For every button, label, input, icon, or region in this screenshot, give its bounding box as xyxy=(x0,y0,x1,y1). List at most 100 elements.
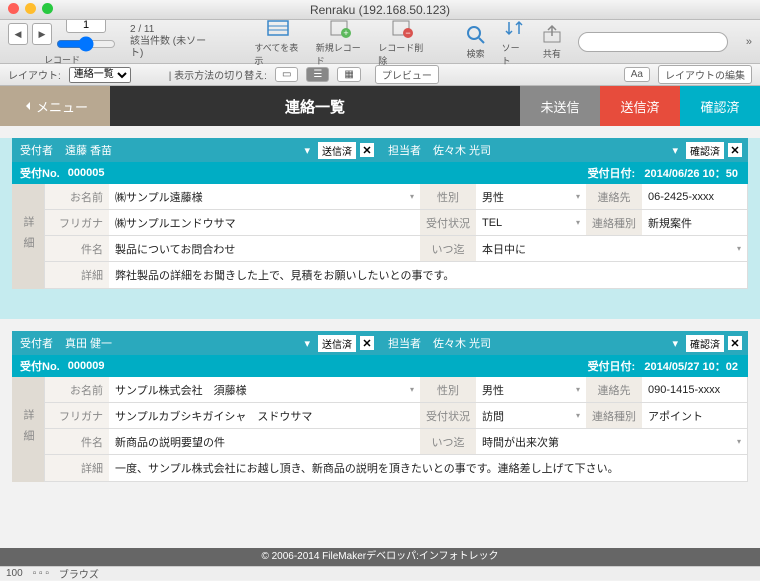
toolbar-chevron-icon[interactable]: » xyxy=(746,36,752,48)
field-label: 性別 xyxy=(420,377,476,402)
showall-button[interactable]: すべてを表示 xyxy=(254,17,301,67)
field-label: 性別 xyxy=(420,184,476,209)
subject-field[interactable]: 製品についてお問合わせ xyxy=(109,236,420,261)
svg-text:+: + xyxy=(343,28,348,38)
view-list-button[interactable]: ☰ xyxy=(306,67,329,82)
zoom-window-button[interactable] xyxy=(42,3,53,14)
deadline-field[interactable]: 時間が出来次第▾ xyxy=(476,429,747,454)
minimize-window-button[interactable] xyxy=(25,3,36,14)
no-label: 受付No. xyxy=(12,358,68,374)
share-button[interactable]: 共有 xyxy=(540,23,564,60)
deadline-field[interactable]: 本日中に▾ xyxy=(476,236,747,261)
no-value: 000005 xyxy=(68,167,588,179)
field-label: 連絡先 xyxy=(586,184,642,209)
zoom-controls[interactable]: ▫ ▫ ▫ xyxy=(33,568,49,579)
field-label: 連絡種別 xyxy=(586,210,642,235)
preview-button[interactable]: プレビュー xyxy=(375,65,439,84)
date-label: 受付日付: xyxy=(588,168,636,180)
date-value: 2014/06/26 10：50 xyxy=(644,168,738,180)
close-icon[interactable]: ✕ xyxy=(360,143,374,157)
svg-text:−: − xyxy=(406,28,411,38)
gender-field[interactable]: 男性▾ xyxy=(476,184,586,209)
field-label: いつ迄 xyxy=(420,236,476,261)
field-label: 連絡先 xyxy=(586,377,642,402)
dropdown-icon[interactable]: ▾ xyxy=(664,144,686,157)
receiver-label: 受付者 xyxy=(12,142,61,158)
close-icon[interactable]: ✕ xyxy=(360,336,374,350)
tantou-value[interactable]: 佐々木 光司 xyxy=(429,335,664,351)
record-card: 受付者 真田 健一 ▾ 送信済 ✕ 担当者 佐々木 光司 ▾ 確認済 ✕ 受付N… xyxy=(12,331,748,482)
sort-button[interactable]: ソート xyxy=(502,17,526,67)
dropdown-icon[interactable]: ▾ xyxy=(296,337,318,350)
main-toolbar: ◀ ▶ レコード 2 / 11 該当件数 (未ソート) すべてを表示 + 新規レ… xyxy=(0,20,760,64)
close-icon[interactable]: ✕ xyxy=(728,336,742,350)
tantou-value[interactable]: 佐々木 光司 xyxy=(429,142,664,158)
close-icon[interactable]: ✕ xyxy=(728,143,742,157)
field-label: 受付状況 xyxy=(420,403,476,428)
date-label: 受付日付: xyxy=(588,361,636,373)
detail-side-label: 詳細 xyxy=(12,377,44,482)
type-field[interactable]: 新規案件 xyxy=(642,210,747,235)
field-label: 詳細 xyxy=(45,262,109,288)
new-record-button[interactable]: + 新規レコード xyxy=(316,17,364,67)
name-field[interactable]: サンプル株式会社 須藤様▾ xyxy=(109,377,420,402)
tantou-label: 担当者 xyxy=(380,142,429,158)
furigana-field[interactable]: ㈱サンプルエンドウサマ xyxy=(109,210,420,235)
right-status-chip: 確認済 xyxy=(686,142,724,159)
quick-search-input[interactable] xyxy=(578,32,728,52)
window-title: Renraku (192.168.50.123) xyxy=(310,3,450,17)
view-form-button[interactable]: ▭ xyxy=(275,67,298,82)
receiver-label: 受付者 xyxy=(12,335,61,351)
receiver-value[interactable]: 遠藤 香苗 xyxy=(61,142,296,158)
mode-label[interactable]: ブラウズ xyxy=(59,566,99,581)
delete-record-button[interactable]: − レコード削除 xyxy=(378,17,426,67)
field-label: フリガナ xyxy=(45,403,109,428)
footer-copyright: © 2006-2014 FileMakerデベロッパ:インフォトレック xyxy=(0,548,760,566)
title-bar: Renraku (192.168.50.123) xyxy=(0,0,760,20)
tab-bar: メニュー 連絡一覧 未送信 送信済 確認済 xyxy=(0,86,760,126)
receiver-value[interactable]: 真田 健一 xyxy=(61,335,296,351)
field-label: 連絡種別 xyxy=(586,403,642,428)
tab-kakuninzumi[interactable]: 確認済 xyxy=(680,86,760,126)
furigana-field[interactable]: サンプルカブシキガイシャ スドウサマ xyxy=(109,403,420,428)
dropdown-icon[interactable]: ▾ xyxy=(296,144,318,157)
right-status-chip: 確認済 xyxy=(686,335,724,352)
layout-select[interactable]: 連絡一覧 xyxy=(69,67,131,83)
page-title: 連絡一覧 xyxy=(110,86,520,126)
record-card: 受付者 遠藤 香苗 ▾ 送信済 ✕ 担当者 佐々木 光司 ▾ 確認済 ✕ 受付N… xyxy=(12,138,748,289)
record-info: 2 / 11 該当件数 (未ソート) xyxy=(130,24,210,60)
gender-field[interactable]: 男性▾ xyxy=(476,377,586,402)
detail-side-label: 詳細 xyxy=(12,184,44,289)
tab-soushinzumi[interactable]: 送信済 xyxy=(600,86,680,126)
record-slider[interactable] xyxy=(56,37,116,51)
aa-button[interactable]: Aa xyxy=(624,67,650,82)
tab-misoushin[interactable]: 未送信 xyxy=(520,86,600,126)
next-record-button[interactable]: ▶ xyxy=(32,23,52,45)
dropdown-icon[interactable]: ▾ xyxy=(664,337,686,350)
type-field[interactable]: アポイント xyxy=(642,403,747,428)
contact-field[interactable]: 06-2425-xxxx xyxy=(642,184,747,209)
contact-field[interactable]: 090-1415-xxxx xyxy=(642,377,747,402)
layout-bar: レイアウト: 連絡一覧 | 表示方法の切り替え: ▭ ☰ ▦ プレビュー Aa … xyxy=(0,64,760,86)
no-label: 受付No. xyxy=(12,165,68,181)
subject-field[interactable]: 新商品の説明要望の件 xyxy=(109,429,420,454)
status-field[interactable]: TEL▾ xyxy=(476,210,586,235)
detail-field[interactable]: 一度、サンプル株式会社にお越し頂き、新商品の説明を頂きたいとの事です。連絡差し上… xyxy=(109,455,747,481)
layout-label: レイアウト: xyxy=(8,67,61,82)
close-window-button[interactable] xyxy=(8,3,19,14)
edit-layout-button[interactable]: レイアウトの編集 xyxy=(658,65,752,84)
field-label: お名前 xyxy=(45,184,109,209)
field-label: いつ迄 xyxy=(420,429,476,454)
status-field[interactable]: 訪問▾ xyxy=(476,403,586,428)
name-field[interactable]: ㈱サンプル遠藤様▾ xyxy=(109,184,420,209)
content-area: メニュー 連絡一覧 未送信 送信済 確認済 受付者 遠藤 香苗 ▾ 送信済 ✕ … xyxy=(0,86,760,548)
tantou-label: 担当者 xyxy=(380,335,429,351)
prev-record-button[interactable]: ◀ xyxy=(8,23,28,45)
search-button[interactable]: 検索 xyxy=(464,23,488,60)
zoom-value[interactable]: 100 xyxy=(6,568,23,579)
field-label: フリガナ xyxy=(45,210,109,235)
detail-field[interactable]: 弊社製品の詳細をお聞きした上で、見積をお願いしたいとの事です。 xyxy=(109,262,747,288)
view-table-button[interactable]: ▦ xyxy=(337,67,360,82)
status-chip: 送信済 xyxy=(318,335,356,352)
tab-menu[interactable]: メニュー xyxy=(0,86,110,126)
